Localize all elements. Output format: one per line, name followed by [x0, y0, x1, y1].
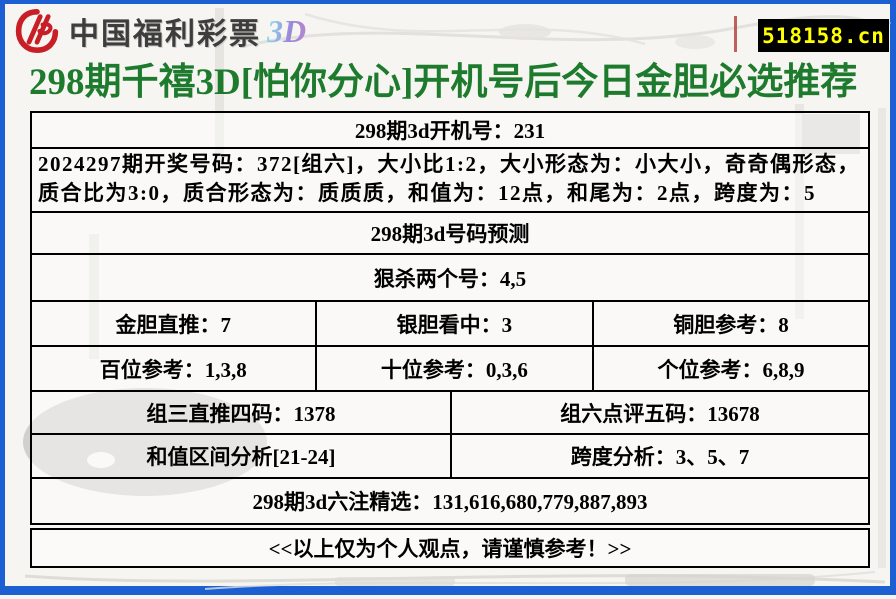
lottery-logo-icon [13, 7, 61, 55]
row-dan-recommend: 金胆直推：7 银胆看中：3 铜胆参考：8 [32, 302, 868, 347]
brand-logo: 中国福利彩票 3D [13, 7, 306, 55]
row-kill-numbers: 狠杀两个号：4,5 [32, 255, 868, 302]
cell-tens-ref: 十位参考：0,3,6 [315, 347, 593, 390]
row-analysis: 和值区间分析[21-24] 跨度分析：3、5、7 [32, 435, 868, 479]
brand-suffix-3d: 3D [267, 13, 306, 50]
row-position-reference: 百位参考：1,3,8 十位参考：0,3,6 个位参考：6,8,9 [32, 347, 868, 392]
brand-name: 中国福利彩票 [69, 9, 261, 53]
site-badge: 518158.cn [758, 19, 889, 52]
cell-span-analysis: 跨度分析：3、5、7 [450, 435, 868, 477]
row-kaiji-number: 298期3d开机号：231 [32, 113, 868, 149]
cell-copper-dan: 铜胆参考：8 [592, 302, 868, 345]
prediction-table: 298期3d开机号：231 2024297期开奖号码：372[组六]，大小比1:… [30, 111, 870, 525]
cell-group6-five-codes: 组六点评五码：13678 [450, 392, 868, 433]
cell-gold-dan: 金胆直推：7 [32, 302, 315, 345]
site-header: 中国福利彩票 3D 518158.cn [5, 4, 890, 57]
disclaimer-strip: <<以上仅为个人观点，请谨慎参考！>> [30, 528, 870, 568]
cell-silver-dan: 银胆看中：3 [315, 302, 593, 345]
cell-hundreds-ref: 百位参考：1,3,8 [32, 347, 315, 390]
row-predict-header: 298期3d号码预测 [32, 213, 868, 255]
page-title: 298期千禧3D[怕你分心]开机号后今日金胆必选推荐 [29, 58, 874, 108]
cell-group3-four-codes: 组三直推四码：1378 [32, 392, 450, 433]
row-group-codes: 组三直推四码：1378 组六点评五码：13678 [32, 392, 868, 435]
cell-units-ref: 个位参考：6,8,9 [592, 347, 868, 390]
row-last-draw-summary: 2024297期开奖号码：372[组六]，大小比1:2，大小形态为：小大小，奇奇… [32, 149, 868, 213]
row-six-picks: 298期3d六注精选：131,616,680,779,887,893 [32, 479, 868, 523]
cell-sum-range-analysis: 和值区间分析[21-24] [32, 435, 450, 477]
